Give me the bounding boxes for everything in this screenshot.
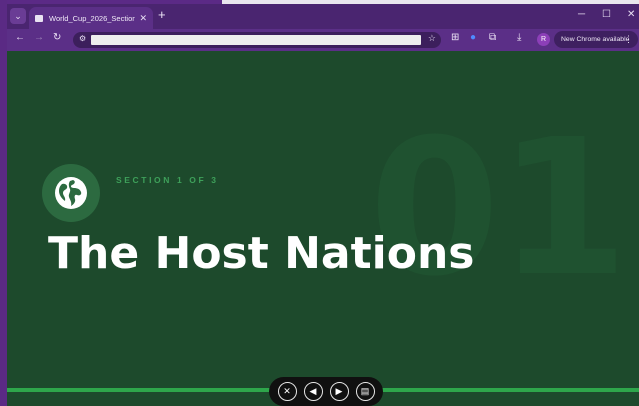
- section-label: SECTION 1 OF 3: [116, 175, 219, 185]
- menu-dots-icon[interactable]: ⋮: [624, 34, 633, 45]
- presenter-controls: ✕ ◀ ▶ ▤: [269, 377, 383, 406]
- browser-toolbar: ← → ↻ ⚙ ☆ ⊞ ● ⧉ ⤓ R New Chrome available…: [7, 29, 639, 51]
- update-label: New Chrome available: [561, 36, 630, 43]
- globe-badge: [42, 164, 100, 222]
- extensions-puzzle-icon[interactable]: ⧉: [489, 32, 496, 43]
- download-icon[interactable]: ⤓: [517, 32, 521, 43]
- minimize-button[interactable]: ─: [578, 9, 585, 20]
- slide-title: The Host Nations: [48, 228, 475, 279]
- desktop-background-strip: [0, 0, 7, 406]
- tab-strip: ⌄ World_Cup_2026_Sections.pptx ✕ + ─ ☐ ✕: [7, 4, 639, 29]
- forward-icon[interactable]: →: [34, 32, 44, 43]
- url-field[interactable]: [91, 35, 421, 45]
- tab-title: World_Cup_2026_Sections.pptx: [49, 13, 136, 23]
- back-icon[interactable]: ←: [15, 32, 25, 43]
- close-window-button[interactable]: ✕: [627, 9, 635, 20]
- maximize-button[interactable]: ☐: [602, 9, 611, 20]
- bookmark-star-icon[interactable]: ☆: [428, 33, 436, 44]
- address-bar[interactable]: ⚙ ☆: [73, 32, 441, 48]
- site-settings-icon[interactable]: ⚙: [79, 34, 86, 43]
- close-tab-icon[interactable]: ✕: [139, 13, 147, 24]
- new-tab-button[interactable]: +: [158, 7, 166, 22]
- tab-search-button[interactable]: ⌄: [10, 8, 26, 24]
- profile-avatar[interactable]: R: [537, 33, 550, 46]
- previous-slide-button[interactable]: ◀: [303, 382, 323, 401]
- next-slide-button[interactable]: ▶: [329, 382, 349, 401]
- update-chrome-button[interactable]: New Chrome available ⋮: [554, 31, 638, 48]
- file-icon: [35, 14, 43, 22]
- globe-icon: [55, 177, 87, 209]
- extension-icon-blue[interactable]: ●: [470, 32, 476, 43]
- extension-icon[interactable]: ⊞: [451, 32, 459, 43]
- reload-icon[interactable]: ↻: [53, 32, 61, 43]
- close-presentation-button[interactable]: ✕: [277, 382, 297, 401]
- browser-window: ⌄ World_Cup_2026_Sections.pptx ✕ + ─ ☐ ✕…: [7, 4, 639, 406]
- presentation-slide: 01 SECTION 1 OF 3 The Host Nations ✕ ◀ ▶…: [7, 51, 639, 406]
- tab-active[interactable]: World_Cup_2026_Sections.pptx ✕: [29, 7, 153, 29]
- notes-button[interactable]: ▤: [355, 382, 375, 401]
